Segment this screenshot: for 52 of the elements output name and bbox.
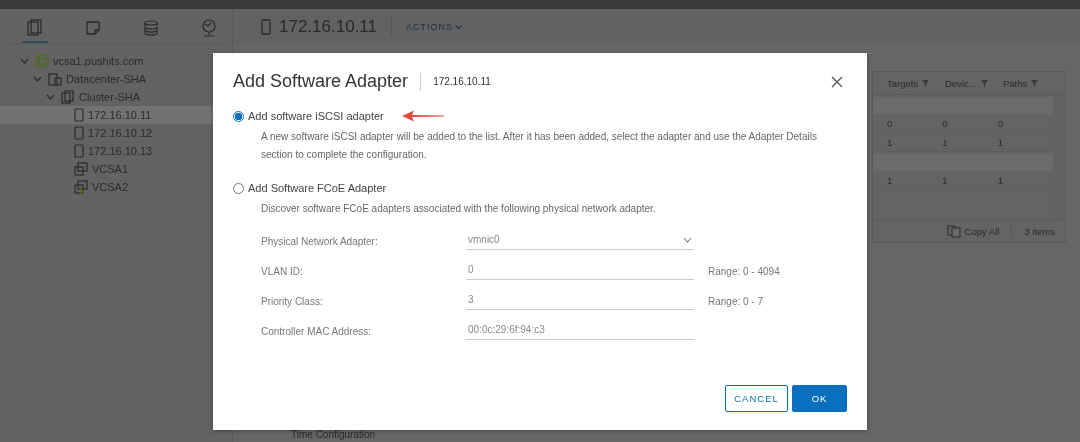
host-name: 172.16.10.11 [433, 76, 491, 87]
tree-item[interactable]: 172.16.10.11 [88, 109, 152, 121]
table-cell-text: 1 [997, 174, 1004, 186]
chevron-down-icon[interactable] [33, 76, 42, 82]
globe-icon[interactable] [201, 19, 217, 37]
actions-menu[interactable]: ACTIONS [406, 22, 453, 32]
table-cell-text: 1 [997, 136, 1004, 148]
filter-icon[interactable] [1031, 79, 1039, 87]
field-label: Physical Network Adapter: [261, 235, 379, 247]
hosts-icon[interactable] [27, 19, 43, 37]
close-icon[interactable] [831, 75, 843, 88]
server-icon [74, 144, 84, 158]
column-header[interactable]: Devic... [945, 77, 977, 89]
field-label: Priority Class: [261, 295, 324, 307]
vm-icon [74, 162, 88, 176]
tree-item[interactable]: VCSA1 [92, 163, 129, 175]
annotation-arrow-icon [401, 110, 444, 122]
option-description: Discover software FCoE adapters associated with the following physical network adapter. [261, 202, 657, 216]
copy-icon[interactable] [946, 224, 961, 238]
tree-item[interactable]: 172.16.10.13 [88, 145, 153, 157]
tree-item[interactable]: Datacenter-SHA [66, 73, 147, 85]
server-icon [261, 19, 271, 35]
server-icon [74, 108, 84, 122]
cluster-icon [61, 90, 75, 104]
range-hint: Range: 0 - 4094 [708, 265, 781, 277]
tree-item[interactable]: Cluster-SHA [79, 91, 141, 103]
option-description: A new software iSCSI adapter will be added to the list. After it has been added, select the adapter and use the Adapter Details section to complete the configuration. [261, 130, 818, 162]
dialog-title: Add Software Adapter [233, 71, 409, 92]
option-label[interactable]: Add Software FCoE Adapter [248, 182, 387, 194]
chevron-down-icon[interactable] [455, 24, 462, 30]
server-icon [74, 126, 84, 140]
note-icon[interactable] [85, 20, 101, 36]
filter-icon[interactable] [922, 79, 930, 87]
vm-running-icon [74, 180, 88, 194]
tree-item[interactable]: VCSA2 [92, 181, 129, 193]
tree-item[interactable]: vcsa1.pushits.com [53, 55, 144, 67]
tree-item[interactable]: 172.16.10.12 [88, 127, 153, 139]
field-label: Controller MAC Address: [261, 325, 373, 337]
vcenter-icon [35, 54, 49, 68]
database-icon[interactable] [144, 20, 158, 36]
option-label[interactable]: Add software iSCSI adapter [248, 110, 384, 122]
radio-button[interactable] [233, 110, 244, 122]
cancel-button[interactable]: CANCEL [725, 385, 788, 412]
host-title: 172.16.10.11 [279, 17, 377, 37]
chevron-down-icon[interactable] [20, 58, 29, 64]
datacenter-icon [48, 72, 62, 86]
field-label: VLAN ID: [261, 265, 304, 277]
filter-icon[interactable] [980, 79, 988, 87]
radio-button[interactable] [233, 182, 244, 194]
range-hint: Range: 0 - 7 [708, 295, 765, 307]
ok-button[interactable]: OK [792, 385, 847, 412]
chevron-down-icon[interactable] [46, 94, 55, 100]
